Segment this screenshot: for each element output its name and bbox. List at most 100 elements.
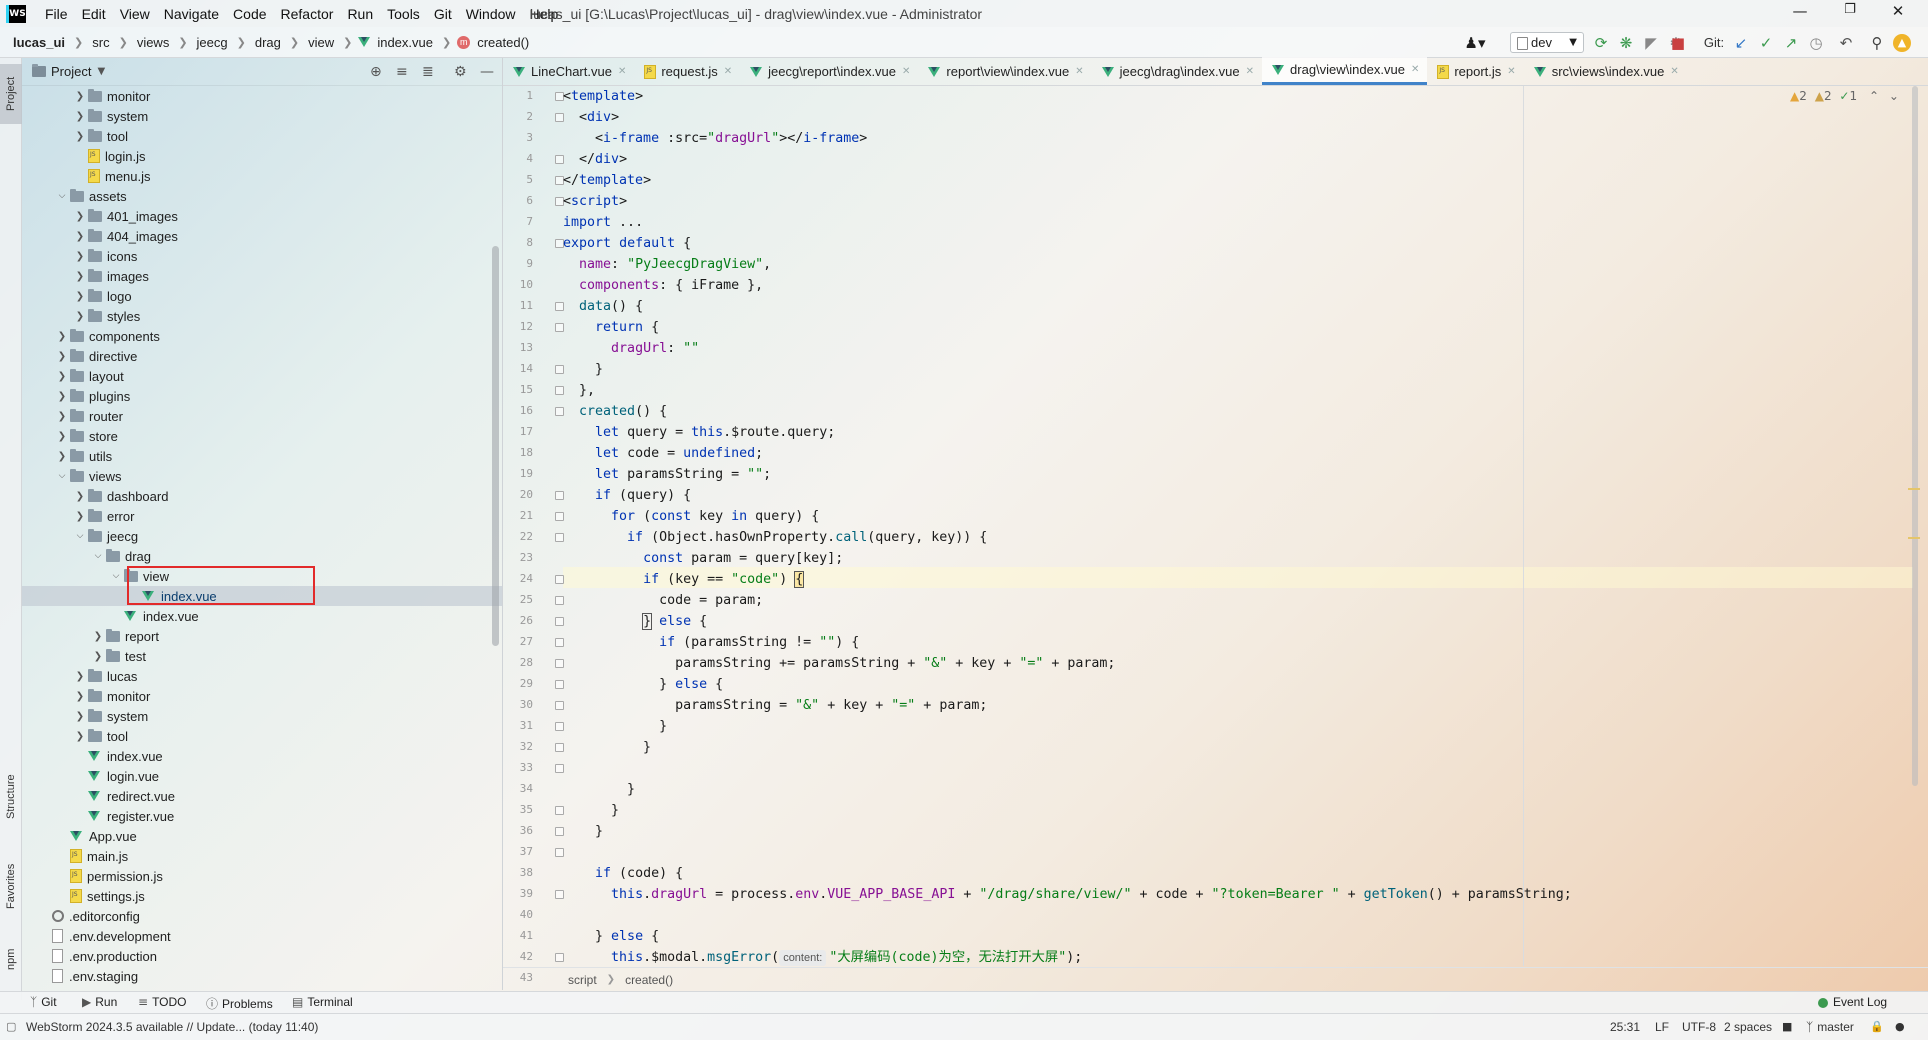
- tab-close-icon[interactable]: ✕: [1507, 66, 1515, 77]
- tree-item[interactable]: ❯ store: [22, 426, 502, 446]
- tree-item[interactable]: .env.production: [22, 946, 502, 966]
- line-number[interactable]: 34: [503, 782, 533, 795]
- tree-item[interactable]: ❯ monitor: [22, 686, 502, 706]
- tree-item[interactable]: settings.js: [22, 886, 502, 906]
- line-number[interactable]: 40: [503, 908, 533, 921]
- coverage-icon[interactable]: ◤: [1642, 33, 1660, 53]
- line-number[interactable]: 41: [503, 929, 533, 942]
- menu-navigate[interactable]: Navigate: [157, 6, 226, 22]
- git-tool-button[interactable]: ᛉ Git: [30, 995, 57, 1009]
- chevron-right-icon[interactable]: ❯: [72, 711, 88, 722]
- chevron-right-icon[interactable]: ❯: [72, 511, 88, 522]
- code-line[interactable]: paramsString = "&" + key + "=" + param;: [563, 695, 987, 716]
- tree-item[interactable]: ❯ router: [22, 406, 502, 426]
- line-number[interactable]: 9: [503, 257, 533, 270]
- problems-tool-button[interactable]: ⓘ Problems: [206, 995, 273, 1012]
- tree-item[interactable]: ❯ lucas: [22, 666, 502, 686]
- run-tool-button[interactable]: ▶ Run: [82, 995, 117, 1009]
- code-line[interactable]: }: [563, 821, 603, 842]
- menu-git[interactable]: Git: [427, 6, 459, 22]
- warning-marker[interactable]: [1908, 537, 1920, 539]
- line-number[interactable]: 13: [503, 341, 533, 354]
- collapse-all-icon[interactable]: ≣: [422, 64, 434, 80]
- side-tab-structure[interactable]: Structure: [0, 758, 22, 836]
- line-number[interactable]: 11: [503, 299, 533, 312]
- editor-tab[interactable]: src\views\index.vue ✕: [1524, 58, 1687, 85]
- code-line[interactable]: this.dragUrl = process.env.VUE_APP_BASE_…: [563, 884, 1572, 905]
- code-line[interactable]: for (const key in query) {: [563, 506, 819, 527]
- chevron-right-icon[interactable]: ❯: [72, 491, 88, 502]
- chevron-down-icon[interactable]: ⌵: [108, 571, 124, 581]
- tree-item[interactable]: register.vue: [22, 806, 502, 826]
- tab-close-icon[interactable]: ✕: [902, 66, 910, 77]
- side-tab-npm[interactable]: npm: [0, 934, 22, 984]
- menu-tools[interactable]: Tools: [380, 6, 427, 22]
- code-line[interactable]: let paramsString = "";: [563, 464, 771, 485]
- updates-icon[interactable]: ▲: [1893, 34, 1911, 52]
- line-number[interactable]: 31: [503, 719, 533, 732]
- chevron-right-icon[interactable]: ❯: [90, 651, 106, 662]
- stop-icon[interactable]: ■: [1669, 33, 1687, 53]
- editor-scrollbar[interactable]: [1912, 86, 1918, 786]
- memory-indicator-icon[interactable]: ●: [1895, 1020, 1905, 1033]
- chevron-right-icon[interactable]: ❯: [72, 91, 88, 102]
- code-line[interactable]: }: [563, 359, 603, 380]
- breadcrumb-views[interactable]: views: [134, 35, 173, 50]
- tree-item[interactable]: ⌵ drag: [22, 546, 502, 566]
- line-number[interactable]: 26: [503, 614, 533, 627]
- git-update-icon[interactable]: ↙: [1732, 33, 1750, 53]
- code-line[interactable]: if (query) {: [563, 485, 691, 506]
- line-number[interactable]: 18: [503, 446, 533, 459]
- line-number[interactable]: 3: [503, 131, 533, 144]
- code-line[interactable]: if (Object.hasOwnProperty.call(query, ke…: [563, 527, 987, 548]
- chevron-down-icon[interactable]: ⌵: [72, 531, 88, 541]
- chevron-down-icon[interactable]: ⌵: [90, 551, 106, 561]
- todo-tool-button[interactable]: ≡ TODO: [138, 995, 187, 1009]
- file-encoding[interactable]: UTF-8: [1682, 1020, 1716, 1034]
- tree-item[interactable]: login.vue: [22, 766, 502, 786]
- line-number[interactable]: 12: [503, 320, 533, 333]
- dropdown-icon[interactable]: ▼: [97, 66, 105, 77]
- editor-gutter[interactable]: 1 2 3 4 5 6 7 8 9 10 11 12 13 14 15 16 17 18 19 20 21 22 23 24 2…: [503, 86, 564, 984]
- chevron-right-icon[interactable]: ❯: [54, 351, 70, 362]
- run-config-select[interactable]: dev ▼: [1510, 32, 1584, 53]
- tree-item[interactable]: ❯ images: [22, 266, 502, 286]
- tree-item[interactable]: main.js: [22, 846, 502, 866]
- line-number[interactable]: 2: [503, 110, 533, 123]
- tree-item[interactable]: ❯ dashboard: [22, 486, 502, 506]
- tree-item[interactable]: .editorconfig: [22, 906, 502, 926]
- tree-item[interactable]: ❯ icons: [22, 246, 502, 266]
- user-icon[interactable]: ♟▾: [1462, 33, 1488, 53]
- breadcrumb-project[interactable]: lucas_ui: [10, 35, 68, 50]
- chevron-right-icon[interactable]: ❯: [72, 291, 88, 302]
- breadcrumb-jeecg[interactable]: jeecg: [194, 35, 231, 50]
- tree-item[interactable]: ⌵ views: [22, 466, 502, 486]
- line-separator[interactable]: LF: [1655, 1020, 1669, 1034]
- code-line[interactable]: import ...: [563, 212, 643, 233]
- tree-item[interactable]: menu.js: [22, 166, 502, 186]
- code-line[interactable]: } else {: [563, 674, 723, 695]
- line-number[interactable]: 21: [503, 509, 533, 522]
- line-number[interactable]: 42: [503, 950, 533, 963]
- tree-item[interactable]: ❯ 404_images: [22, 226, 502, 246]
- locate-icon[interactable]: ⊕: [370, 64, 382, 80]
- minimize-icon[interactable]: —: [1780, 2, 1820, 26]
- chevron-down-icon[interactable]: ⌵: [54, 471, 70, 481]
- tree-item[interactable]: ❯ components: [22, 326, 502, 346]
- menu-code[interactable]: Code: [226, 6, 273, 22]
- terminal-tool-button[interactable]: ▤ Terminal: [292, 995, 353, 1009]
- code-crumb-method[interactable]: created(): [625, 973, 673, 987]
- line-number[interactable]: 28: [503, 656, 533, 669]
- editor-tab[interactable]: jeecg\report\index.vue ✕: [740, 58, 918, 85]
- line-number[interactable]: 33: [503, 761, 533, 774]
- warning-marker[interactable]: [1908, 488, 1920, 490]
- chevron-right-icon[interactable]: ❯: [72, 131, 88, 142]
- tree-item[interactable]: index.vue: [22, 606, 502, 626]
- git-history-icon[interactable]: ◷: [1807, 33, 1825, 53]
- code-line[interactable]: let code = undefined;: [563, 443, 763, 464]
- code-line[interactable]: paramsString += paramsString + "&" + key…: [563, 653, 1115, 674]
- code-line[interactable]: components: { iFrame },: [563, 275, 763, 296]
- tree-item[interactable]: ❯ plugins: [22, 386, 502, 406]
- hide-panel-icon[interactable]: —: [480, 64, 494, 80]
- project-title[interactable]: Project: [51, 64, 91, 79]
